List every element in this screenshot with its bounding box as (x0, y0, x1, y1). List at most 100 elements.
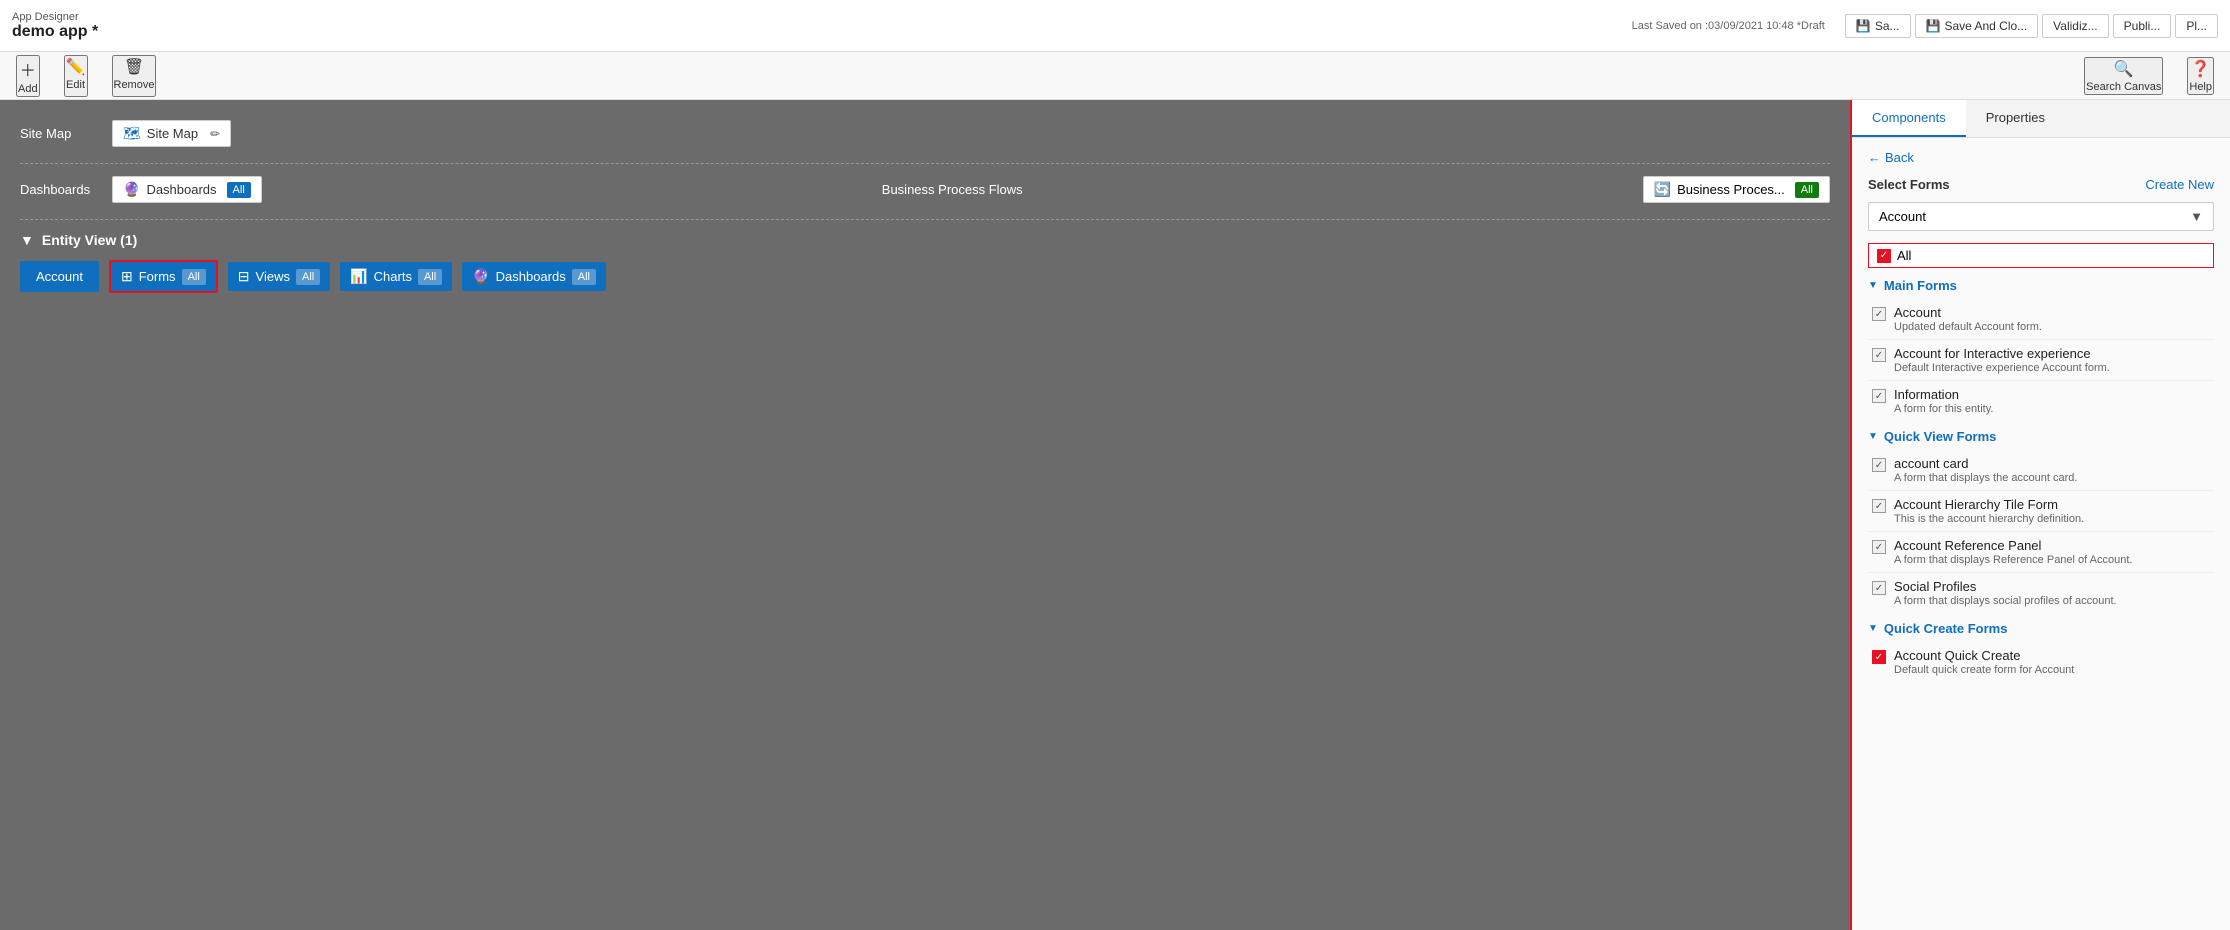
views-node[interactable]: ⊟ Views All (228, 262, 330, 291)
form-checkbox[interactable] (1872, 348, 1886, 362)
list-item: Account Hierarchy Tile Form This is the … (1868, 491, 2214, 532)
form-name: Information (1894, 387, 2210, 402)
entity-view-header: ▼ Entity View (1) (20, 232, 1830, 248)
edit-button[interactable]: ✏️ Edit (64, 55, 88, 97)
views-all-tag: All (296, 269, 320, 285)
sitemap-edit-button[interactable]: ✏ (210, 127, 220, 141)
search-icon: 🔍 (2114, 59, 2134, 79)
form-name: Account (1894, 305, 2210, 320)
dashboards-bpf-row: Dashboards 🔮 Dashboards All Business Pro… (20, 176, 1830, 203)
bpf-node[interactable]: 🔄 Business Proces... All (1643, 176, 1830, 203)
list-item: Account Updated default Account form. (1868, 299, 2214, 340)
main-forms-list: Account Updated default Account form. Ac… (1868, 299, 2214, 421)
main-layout: Site Map 🗺 Site Map ✏ Dashboards 🔮 Dashb… (0, 100, 2230, 930)
list-item: Information A form for this entity. (1868, 381, 2214, 421)
form-desc: Default Interactive experience Account f… (1894, 362, 2210, 374)
views-icon: ⊟ (238, 268, 250, 285)
help-button[interactable]: ❓ Help (2187, 57, 2214, 95)
validate-button[interactable]: Validiz... (2042, 14, 2108, 38)
entity-dashboards-node[interactable]: 🔮 Dashboards All (462, 262, 606, 291)
remove-button[interactable]: 🗑 Remove (112, 55, 157, 97)
cmd-right: 🔍 Search Canvas ❓ Help (2084, 57, 2214, 95)
form-checkbox[interactable] (1872, 540, 1886, 554)
quick-view-forms-list: account card A form that displays the ac… (1868, 450, 2214, 613)
all-checkbox-label: All (1897, 248, 1911, 263)
form-checkbox[interactable]: ✓ (1872, 650, 1886, 664)
form-name: Account Quick Create (1894, 648, 2210, 663)
back-button[interactable]: ← Back (1868, 150, 1914, 165)
list-item: Social Profiles A form that displays soc… (1868, 573, 2214, 613)
remove-icon: 🗑 (124, 57, 144, 77)
list-item: ✓ Account Quick Create Default quick cre… (1868, 642, 2214, 682)
list-item: Account Reference Panel A form that disp… (1868, 532, 2214, 573)
chevron-down-icon: ▼ (2190, 209, 2203, 224)
create-new-link[interactable]: Create New (2145, 177, 2214, 192)
add-button[interactable]: ＋ Add (16, 55, 40, 97)
app-label: App Designer (12, 11, 98, 23)
edit-icon: ✏️ (66, 57, 86, 77)
entity-dashboards-icon: 🔮 (472, 268, 489, 285)
search-canvas-button[interactable]: 🔍 Search Canvas (2084, 57, 2163, 95)
charts-icon: 📊 (350, 268, 367, 285)
canvas-area: Site Map 🗺 Site Map ✏ Dashboards 🔮 Dashb… (0, 100, 1850, 930)
forms-icon: ⊞ (121, 268, 133, 285)
form-name: account card (1894, 456, 2210, 471)
dashboards-label: Dashboards (20, 182, 100, 197)
form-checkbox[interactable] (1872, 389, 1886, 403)
save-close-icon: 💾 (1926, 19, 1941, 33)
entity-chevron: ▼ (20, 232, 34, 248)
list-item: Account for Interactive experience Defau… (1868, 340, 2214, 381)
play-button[interactable]: Pl... (2175, 14, 2218, 38)
form-desc: This is the account hierarchy definition… (1894, 513, 2210, 525)
quick-view-chevron: ▼ (1868, 431, 1878, 442)
account-button[interactable]: Account (20, 261, 99, 292)
tab-properties[interactable]: Properties (1966, 100, 2065, 137)
sitemap-label: Site Map (20, 126, 100, 141)
help-icon: ❓ (2191, 59, 2211, 79)
form-checkbox[interactable] (1872, 581, 1886, 595)
quick-create-section-header[interactable]: ▼ Quick Create Forms (1868, 621, 2214, 636)
tab-components[interactable]: Components (1852, 100, 1966, 137)
charts-all-tag: All (418, 269, 442, 285)
quick-create-chevron: ▼ (1868, 623, 1878, 634)
add-icon: ＋ (20, 57, 36, 81)
form-desc: A form that displays the account card. (1894, 472, 2210, 484)
publish-button[interactable]: Publi... (2113, 14, 2172, 38)
form-checkbox[interactable] (1872, 458, 1886, 472)
charts-node[interactable]: 📊 Charts All (340, 262, 452, 291)
entity-dashboards-all-tag: All (572, 269, 596, 285)
quick-view-section-header[interactable]: ▼ Quick View Forms (1868, 429, 2214, 444)
forms-all-tag: All (182, 269, 206, 285)
entity-view-label: Entity View (1) (42, 232, 137, 248)
command-bar: ＋ Add ✏️ Edit 🗑 Remove 🔍 Search Canvas ❓… (0, 52, 2230, 100)
form-name: Account Reference Panel (1894, 538, 2210, 553)
quick-create-forms-list: ✓ Account Quick Create Default quick cre… (1868, 642, 2214, 682)
forms-node[interactable]: ⊞ Forms All (109, 260, 218, 293)
entity-view-row: Account ⊞ Forms All ⊟ Views All 📊 Charts… (20, 260, 1830, 293)
main-forms-section-header[interactable]: ▼ Main Forms (1868, 278, 2214, 293)
form-checkbox[interactable] (1872, 499, 1886, 513)
title-bar-right: Last Saved on :03/09/2021 10:48 *Draft 💾… (1632, 14, 2218, 38)
form-desc: A form that displays Reference Panel of … (1894, 554, 2210, 566)
account-dropdown[interactable]: Account ▼ (1868, 202, 2214, 231)
divider-1 (20, 163, 1830, 164)
save-info: Last Saved on :03/09/2021 10:48 *Draft (1632, 20, 1825, 32)
all-checkbox[interactable]: ✓ (1877, 249, 1891, 263)
select-forms-label: Select Forms (1868, 177, 1950, 192)
sitemap-row: Site Map 🗺 Site Map ✏ (20, 120, 1830, 147)
divider-2 (20, 219, 1830, 220)
sitemap-icon: 🗺 (123, 125, 141, 142)
right-panel: Components Properties ← Back Select Form… (1850, 100, 2230, 930)
bpf-all-tag: All (1795, 182, 1819, 198)
save-close-button[interactable]: 💾 Save And Clo... (1915, 14, 2039, 38)
title-bar: App Designer demo app * Last Saved on :0… (0, 0, 2230, 52)
sitemap-node[interactable]: 🗺 Site Map ✏ (112, 120, 231, 147)
dashboards-all-tag: All (227, 182, 251, 198)
panel-content: ← Back Select Forms Create New Account ▼… (1852, 138, 2230, 930)
save-button[interactable]: 💾 Sa... (1845, 14, 1911, 38)
select-forms-header: Select Forms Create New (1868, 177, 2214, 192)
form-checkbox[interactable] (1872, 307, 1886, 321)
dashboards-node[interactable]: 🔮 Dashboards All (112, 176, 262, 203)
list-item: account card A form that displays the ac… (1868, 450, 2214, 491)
form-desc: A form for this entity. (1894, 403, 2210, 415)
